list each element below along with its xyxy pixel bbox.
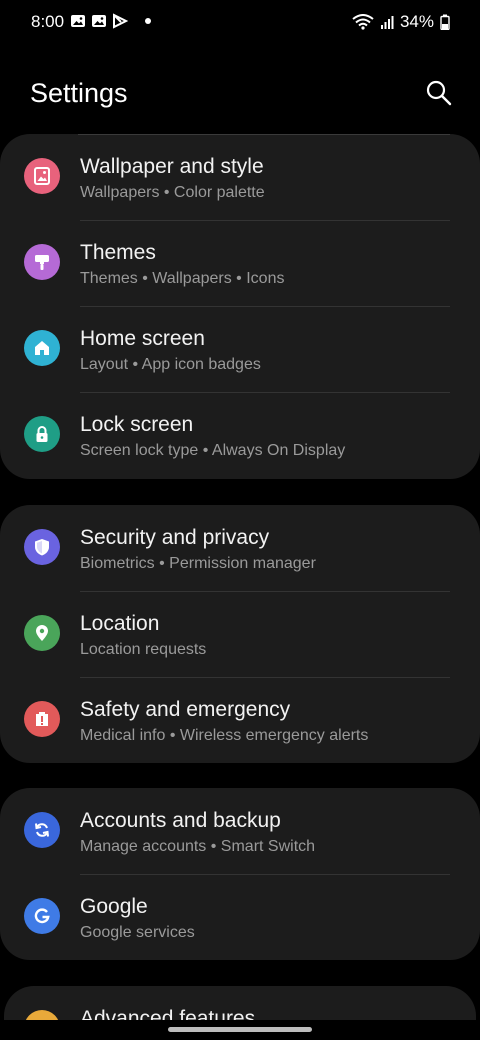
item-title: Location [80, 612, 160, 635]
google-icon [24, 898, 60, 934]
location-pin-icon [24, 615, 60, 651]
gallery-icon [71, 15, 85, 27]
settings-item-safety-and-emergency[interactable]: Safety and emergency Medical info • Wire… [0, 677, 480, 763]
item-title: Themes [80, 241, 156, 264]
settings-group-security: Security and privacy Biometrics • Permis… [0, 505, 480, 763]
settings-group-personalization: Wallpaper and style Wallpapers • Color p… [0, 134, 480, 479]
gesture-handle[interactable] [168, 1027, 312, 1032]
battery-icon [440, 14, 450, 30]
item-title: Safety and emergency [80, 698, 291, 721]
settings-item-security-and-privacy[interactable]: Security and privacy Biometrics • Permis… [0, 505, 480, 591]
system-status: 34% [352, 12, 450, 32]
more-notifications-dot [145, 18, 151, 24]
lock-icon [24, 416, 60, 452]
themes-brush-icon [24, 244, 60, 280]
settings-item-accounts-and-backup[interactable]: Accounts and backup Manage accounts • Sm… [0, 788, 480, 874]
wifi-icon [352, 14, 374, 30]
item-title: Accounts and backup [80, 809, 281, 832]
battery-percentage: 34% [399, 12, 434, 31]
notification-icons [70, 13, 151, 29]
signal-icon [380, 16, 394, 29]
settings-item-lock-screen[interactable]: Lock screen Screen lock type • Always On… [0, 392, 480, 478]
page-title: Settings [30, 78, 128, 108]
gallery-icon [92, 15, 106, 27]
settings-item-wallpaper-and-style[interactable]: Wallpaper and style Wallpapers • Color p… [0, 134, 480, 220]
settings-item-location[interactable]: Location Location requests [0, 591, 480, 677]
item-subtitle: Location requests [80, 641, 207, 658]
home-icon [24, 330, 60, 366]
item-subtitle: Screen lock type • Always On Display [80, 442, 346, 459]
item-title: Security and privacy [80, 526, 270, 549]
item-subtitle: Biometrics • Permission manager [80, 555, 316, 572]
wallpaper-icon [24, 158, 60, 194]
item-subtitle: Manage accounts • Smart Switch [80, 838, 316, 855]
settings-group-accounts: Accounts and backup Manage accounts • Sm… [0, 788, 480, 960]
item-subtitle: Google services [80, 924, 195, 941]
settings-item-google[interactable]: Google Google services [0, 874, 480, 960]
alert-icon [24, 701, 60, 737]
item-title: Lock screen [80, 413, 194, 436]
item-title: Wallpaper and style [80, 155, 264, 178]
sync-icon [24, 812, 60, 848]
item-subtitle: Themes • Wallpapers • Icons [80, 270, 285, 287]
search-icon[interactable] [424, 78, 454, 108]
item-subtitle: Wallpapers • Color palette [80, 184, 265, 201]
item-subtitle: Layout • App icon badges [80, 356, 261, 373]
shield-icon [24, 529, 60, 565]
play-store-icon [113, 13, 128, 29]
status-bar: 8:00 34% [0, 0, 480, 44]
item-subtitle: Medical info • Wireless emergency alerts [80, 727, 369, 744]
settings-item-themes[interactable]: Themes Themes • Wallpapers • Icons [0, 220, 480, 306]
status-time: 8:00 [31, 12, 65, 31]
item-title: Google [80, 895, 148, 918]
item-title: Home screen [80, 327, 205, 350]
settings-item-home-screen[interactable]: Home screen Layout • App icon badges [0, 306, 480, 392]
